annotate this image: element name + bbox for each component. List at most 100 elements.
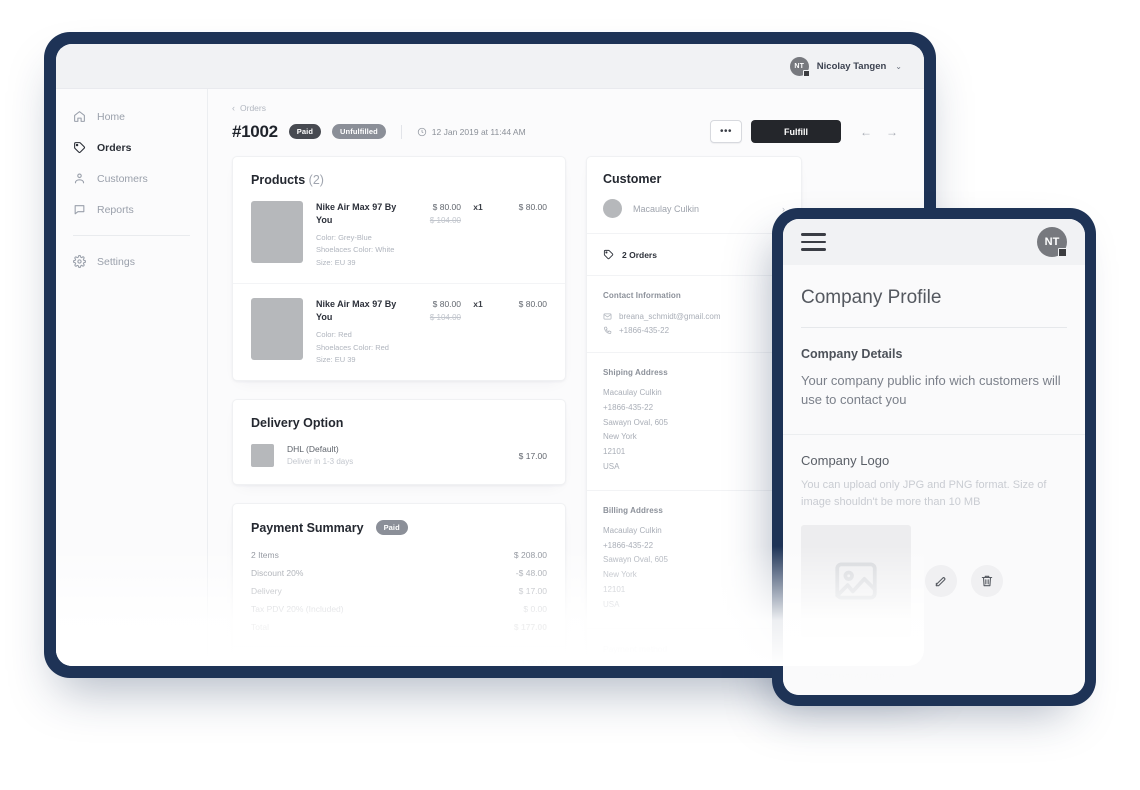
table-row[interactable]: Nike Air Max 97 By You Color: Red Shoela… [233,283,565,380]
tag-icon [603,249,614,260]
product-name: Nike Air Max 97 By You [316,299,397,323]
customer-identity-section: Customer Macaulay Culkin › [587,157,801,234]
contact-heading: Contact Information [603,291,681,300]
payment-method-section: Payment method •••• •••• •••• 2666 Macau… [587,629,801,666]
sidebar-item-reports[interactable]: Reports [56,194,207,225]
customer-column: Customer Macaulay Culkin › 2 Orders Cont… [586,156,802,666]
company-logo-heading: Company Logo [801,452,890,468]
delivery-option-card: Delivery Option DHL (Default) Deliver in… [232,399,566,486]
address-line: 12101 [603,584,626,594]
delivery-row[interactable]: DHL (Default) Deliver in 1-3 days $ 17.0… [233,430,565,484]
phone-screen: NT Company Profile Company Details Your … [783,219,1085,695]
trash-icon [981,575,993,587]
payment-line-label: Tax PDV 20% (Included) [251,604,344,615]
order-actions: ••• Fulfill ← → [710,120,898,143]
payment-line: Tax PDV 20% (Included) $ 0.00 [251,600,547,618]
company-details-text: Your company public info wich customers … [801,372,1061,408]
product-size: Size: EU 39 [316,257,356,267]
customer-orders-section[interactable]: 2 Orders [587,234,801,276]
products-title-label: Products [251,173,306,187]
price-original: $ 104.00 [429,216,461,225]
user-menu[interactable]: NT Nicolay Tangen ⌄ [789,56,902,77]
clock-icon [417,127,426,136]
product-size: Size: EU 39 [316,355,356,365]
phone-device-frame: NT Company Profile Company Details Your … [772,208,1096,706]
hamburger-icon[interactable] [801,233,826,251]
table-row[interactable]: Nike Air Max 97 By You Color: Grey-Blue … [233,187,565,283]
logo-preview[interactable] [801,524,911,637]
address-line: USA [603,599,620,609]
shipping-heading: Shiping Address [603,368,668,377]
more-actions-button[interactable]: ••• [710,120,742,143]
customer-link[interactable]: Macaulay Culkin › [603,199,785,218]
more-dots-icon: ••• [719,126,732,137]
prev-order-button[interactable]: ← [860,126,872,138]
delete-logo-button[interactable] [971,564,1003,597]
product-line-total: $ 80.00 [518,299,547,310]
address-line: +1866-435-22 [603,540,654,550]
sidebar-item-label: Home [97,110,126,123]
carrier-logo [251,444,274,468]
product-laces: Shoelaces Color: White [316,245,395,255]
customer-phone-label: +1866-435-22 [619,325,670,335]
company-name-placeholder: Company Name [815,670,895,683]
avatar [603,199,622,218]
sidebar-item-orders[interactable]: Orders [56,132,207,163]
page-title: Company Profile [801,287,942,308]
payment-line-value: -$ 48.00 [515,568,547,579]
sidebar-item-settings[interactable]: Settings [56,246,207,277]
product-quantity: x1 [473,299,483,310]
logo-upload-row [801,524,1067,637]
breadcrumb[interactable]: ‹ Orders [232,103,924,113]
sidebar-divider [73,235,190,236]
order-date-label: 12 Jan 2019 at 11:44 AM [431,126,526,137]
tag-icon [73,141,86,154]
payment-line-label: Total [251,622,269,633]
payment-line-label: 2 Items [251,550,279,561]
customer-email[interactable]: breana_schmidt@gmail.com [603,309,785,323]
chevron-down-icon: ⌄ [895,61,902,71]
address-line: Sawayn Oval, 605 [603,417,668,427]
payment-line-value: $ 17.00 [518,586,547,597]
avatar[interactable]: NT [1037,227,1067,257]
payment-title-row: Payment Summary Paid [233,504,565,537]
product-unit-price: $ 80.00 $ 104.00 [430,299,461,322]
payment-summary-card: Payment Summary Paid 2 Items $ 208.00 Di… [232,503,566,666]
next-order-button[interactable]: → [886,126,898,138]
address-line: Macaulay Culkin [603,525,662,535]
product-pricing: $ 80.00 $ 104.00 x1 $ 80.00 [430,201,547,225]
company-details-heading: Company Details [801,346,903,361]
payment-line-value: $ 0.00 [523,604,547,615]
product-thumbnail [251,201,303,263]
price-current: $ 80.00 [432,202,461,212]
image-placeholder-icon [835,562,877,600]
avatar: NT [789,56,810,77]
back-arrow-icon: ‹ [232,103,235,113]
customer-title: Customer [603,172,662,186]
divider [400,124,402,139]
company-name-input[interactable]: Company Name [801,658,1067,695]
fulfill-button[interactable]: Fulfill [751,120,841,143]
edit-logo-button[interactable] [925,564,957,597]
payment-line: 2 Items $ 208.00 [251,546,547,564]
address-line: Macaulay Culkin [603,388,662,397]
chat-icon [73,203,86,216]
products-title: Products (2) [233,157,565,187]
price-original: $ 104.00 [429,313,461,323]
address-line: USA [603,461,620,471]
order-header: #1002 Paid Unfulfilled 12 Jan 2019 at 11… [232,120,924,143]
product-quantity: x1 [473,202,483,212]
company-logo-hint: You can upload only JPG and PNG format. … [801,478,1047,508]
person-icon [73,172,86,185]
status-badge-paid: Paid [288,124,322,139]
phone-icon [604,326,612,334]
address-line: New York [603,432,637,442]
price-current: $ 80.00 [432,299,461,310]
order-pager: ← → [860,126,898,138]
breadcrumb-label: Orders [240,103,266,113]
customer-phone[interactable]: +1866-435-22 [603,323,785,337]
delivery-eta: Deliver in 1-3 days [287,457,354,467]
sidebar-item-customers[interactable]: Customers [56,163,207,194]
sidebar-item-home[interactable]: Home [56,101,207,132]
payment-title: Payment Summary [251,520,364,535]
